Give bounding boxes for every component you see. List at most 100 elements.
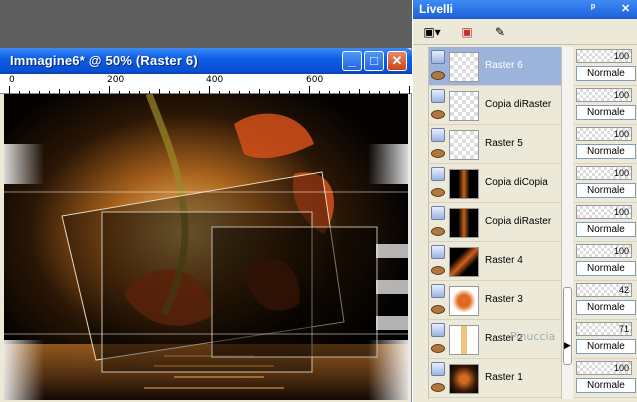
layer-name: Raster 5 [485, 138, 523, 149]
layer-tree-gutter [413, 47, 429, 399]
layer-property-row: 100 Normale [574, 164, 637, 203]
visibility-eye-icon[interactable] [431, 188, 445, 197]
opacity-slider[interactable]: 100 [576, 127, 632, 141]
layer-properties-icon[interactable]: ✎ [489, 22, 511, 42]
layer-row[interactable]: Raster 6 [429, 47, 561, 86]
opacity-slider[interactable]: 42 [576, 283, 632, 297]
opacity-value: 100 [613, 90, 629, 100]
layer-row[interactable]: Raster 4 [429, 242, 561, 281]
layer-type-icon[interactable] [431, 50, 445, 64]
layers-list: Raster 6 Copia diRaster Raster 5 Copia diCo… [429, 47, 561, 399]
ruler-tick [209, 86, 210, 94]
layer-type-icon[interactable] [431, 206, 445, 220]
layer-name: Raster 4 [485, 255, 523, 266]
panel-close-icon[interactable]: ✕ [621, 2, 630, 15]
watermark: Pinuccia [510, 330, 556, 343]
layer-property-row: 100 Normale [574, 125, 637, 164]
layer-row[interactable]: Copia diRaster [429, 86, 561, 125]
layer-row[interactable]: Copia diCopia [429, 164, 561, 203]
close-button[interactable]: ✕ [387, 51, 407, 71]
layer-property-row: 100 Normale [574, 47, 637, 86]
blend-mode-select[interactable]: Normale [576, 222, 636, 237]
delete-layer-icon[interactable]: ▣ [457, 22, 477, 42]
blend-mode-select[interactable]: Normale [576, 183, 636, 198]
layer-type-icon[interactable] [431, 167, 445, 181]
opacity-value: 100 [613, 363, 629, 373]
image-window-title: Immagine6* @ 50% (Raster 6) [10, 53, 198, 68]
maximize-button[interactable]: □ [364, 51, 384, 71]
layer-name: Copia diRaster [485, 216, 552, 227]
visibility-eye-icon[interactable] [431, 71, 445, 80]
opacity-slider[interactable]: 100 [576, 49, 632, 63]
image-window-titlebar[interactable]: Immagine6* @ 50% (Raster 6) _ □ ✕ [0, 48, 412, 74]
blend-mode-select[interactable]: Normale [576, 66, 636, 81]
visibility-eye-icon[interactable] [431, 110, 445, 119]
opacity-slider[interactable]: 100 [576, 166, 632, 180]
layer-type-icon[interactable] [431, 245, 445, 259]
scrollbar-thumb[interactable] [563, 287, 572, 365]
blend-mode-select[interactable]: Normale [576, 105, 636, 120]
desktop: Immagine6* @ 50% (Raster 6) _ □ ✕ 0 200 … [0, 0, 637, 402]
visibility-eye-icon[interactable] [431, 344, 445, 353]
opacity-slider[interactable]: 71 [576, 322, 632, 336]
visibility-eye-icon[interactable] [431, 305, 445, 314]
opacity-slider[interactable]: 100 [576, 88, 632, 102]
layer-property-row: 100 Normale [574, 359, 637, 398]
ruler-tick [309, 86, 310, 94]
layer-thumbnail [449, 286, 479, 316]
new-layer-dropdown-icon[interactable]: ▣▾ [419, 22, 445, 42]
visibility-eye-icon[interactable] [431, 149, 445, 158]
layer-property-row: 42 Normale [574, 281, 637, 320]
layer-row[interactable]: Copia diRaster [429, 203, 561, 242]
horizontal-ruler: 0 200 400 600 [0, 74, 420, 94]
layer-name: Raster 3 [485, 294, 523, 305]
visibility-eye-icon[interactable] [431, 266, 445, 275]
layer-type-icon[interactable] [431, 284, 445, 298]
blend-mode-select[interactable]: Normale [576, 144, 636, 159]
layer-type-icon[interactable] [431, 362, 445, 376]
layer-property-row: 100 Normale [574, 203, 637, 242]
layer-property-row: 71 Normale [574, 320, 637, 359]
layer-thumbnail [449, 52, 479, 82]
layer-type-icon[interactable] [431, 89, 445, 103]
layer-type-icon[interactable] [431, 128, 445, 142]
opacity-value: 42 [618, 285, 629, 295]
layer-name: Copia diRaster [485, 99, 552, 110]
opacity-value: 100 [613, 51, 629, 61]
opacity-value: 100 [613, 246, 629, 256]
opacity-value: 100 [613, 129, 629, 139]
layer-thumbnail [449, 247, 479, 277]
layer-thumbnail [449, 325, 479, 355]
layer-thumbnail [449, 169, 479, 199]
layers-panel-title: Livelli [419, 2, 454, 16]
opacity-slider[interactable]: 100 [576, 205, 632, 219]
opacity-slider[interactable]: 100 [576, 361, 632, 375]
layer-row[interactable]: Raster 1 [429, 359, 561, 398]
layer-thumbnail [449, 130, 479, 160]
layer-row[interactable]: Raster 5 [429, 125, 561, 164]
layer-properties-column: 100 Normale 100 Normale 100 Normale 100 Normale… [574, 47, 637, 399]
ruler-label: 400 [206, 75, 224, 85]
expand-arrow-icon[interactable]: ▶ [564, 340, 571, 351]
image-canvas[interactable] [4, 94, 408, 400]
ruler-tick [109, 86, 110, 94]
blend-mode-select[interactable]: Normale [576, 339, 636, 354]
pin-icon[interactable]: ᵖ [591, 2, 595, 14]
visibility-eye-icon[interactable] [431, 227, 445, 236]
ruler-tick [9, 86, 10, 94]
layer-type-icon[interactable] [431, 323, 445, 337]
layers-panel-titlebar[interactable]: Livelli ᵖ ✕ [413, 0, 637, 19]
image-window: Immagine6* @ 50% (Raster 6) _ □ ✕ 0 200 … [0, 48, 420, 402]
blend-mode-select[interactable]: Normale [576, 378, 636, 393]
layer-thumbnail [449, 91, 479, 121]
layers-toolbar: ▣▾ ▣ ✎ [413, 19, 637, 45]
layer-row[interactable]: Raster 3 [429, 281, 561, 320]
opacity-value: 71 [618, 324, 629, 334]
visibility-eye-icon[interactable] [431, 383, 445, 392]
blend-mode-select[interactable]: Normale [576, 261, 636, 276]
layers-scrollbar[interactable]: ▶ [561, 47, 573, 399]
ruler-tick [409, 86, 410, 94]
blend-mode-select[interactable]: Normale [576, 300, 636, 315]
opacity-slider[interactable]: 100 [576, 244, 632, 258]
minimize-button[interactable]: _ [342, 51, 362, 71]
